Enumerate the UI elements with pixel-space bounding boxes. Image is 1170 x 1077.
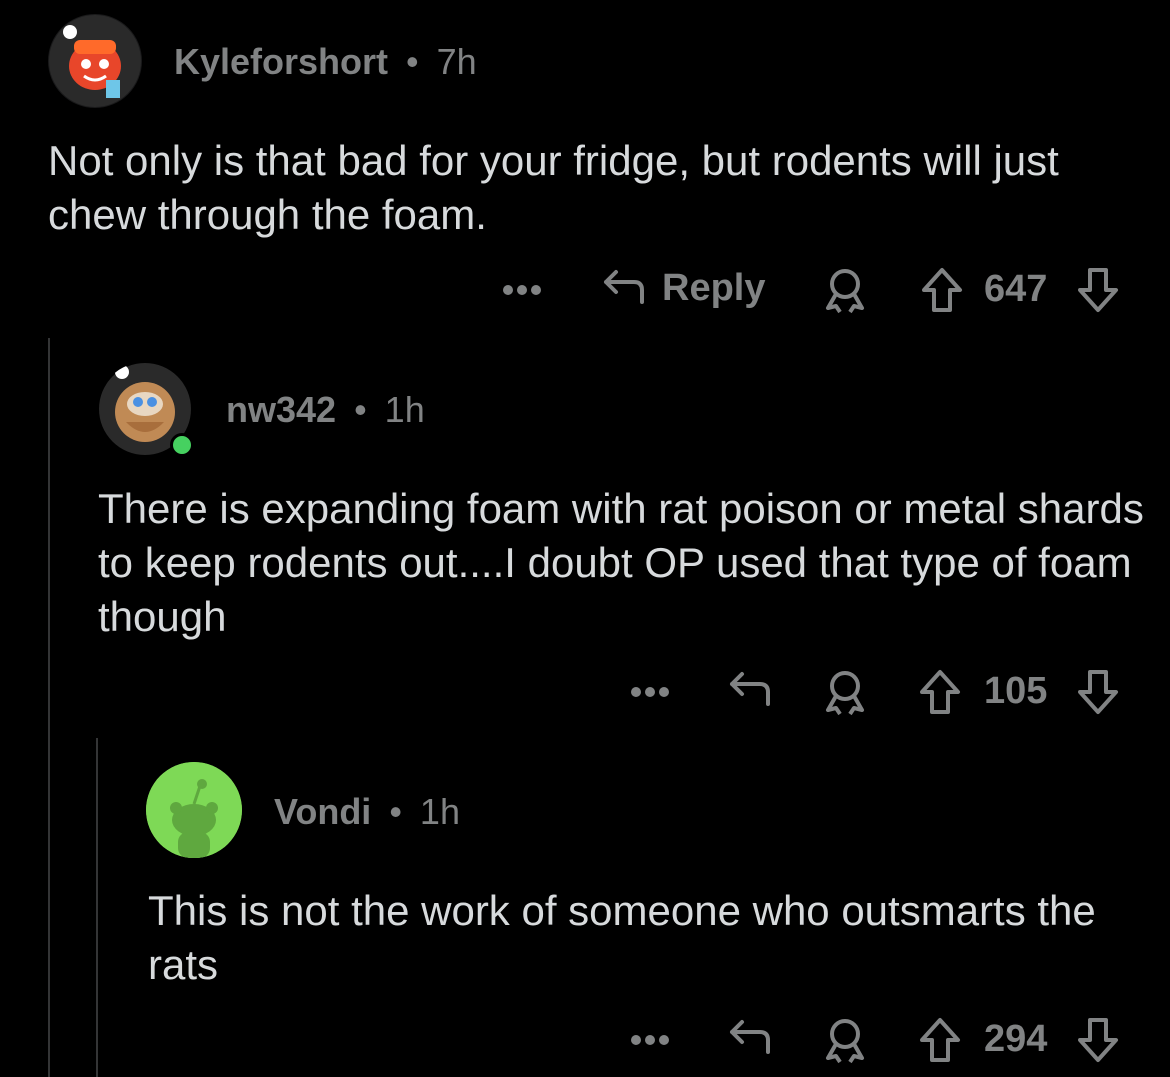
reply-button[interactable] bbox=[724, 1016, 774, 1060]
reply-icon bbox=[730, 1020, 770, 1054]
more-dots-icon[interactable] bbox=[628, 1020, 672, 1060]
downvote-arrow-icon bbox=[1078, 670, 1118, 714]
more-dots-icon[interactable] bbox=[628, 672, 672, 712]
timestamp: 7h bbox=[436, 41, 477, 82]
score: 294 bbox=[984, 1018, 1048, 1060]
upvote-arrow-icon bbox=[922, 268, 962, 312]
online-status-indicator bbox=[170, 433, 194, 457]
comment-body: Not only is that bad for your fridge, bu… bbox=[48, 137, 1059, 238]
award-icon[interactable] bbox=[822, 266, 868, 314]
award-icon[interactable] bbox=[822, 668, 868, 716]
reply-icon bbox=[730, 672, 770, 706]
separator: • bbox=[389, 791, 402, 832]
avatar[interactable] bbox=[48, 14, 142, 108]
downvote-arrow-icon bbox=[1078, 268, 1118, 312]
avatar[interactable] bbox=[146, 762, 242, 858]
timestamp: 1h bbox=[384, 389, 425, 430]
score: 647 bbox=[984, 268, 1048, 310]
reply-label: Reply bbox=[662, 266, 766, 309]
upvote-arrow-icon bbox=[920, 1018, 960, 1062]
separator: • bbox=[354, 389, 367, 430]
reply-button[interactable]: Reply bbox=[598, 266, 765, 310]
username[interactable]: Vondi bbox=[274, 791, 371, 833]
reply-icon bbox=[604, 270, 644, 304]
downvote-arrow-icon bbox=[1078, 1018, 1118, 1062]
username[interactable]: Kyleforshort bbox=[174, 41, 388, 83]
upvote-button[interactable] bbox=[918, 1016, 962, 1064]
username[interactable]: nw342 bbox=[226, 389, 336, 431]
award-icon[interactable] bbox=[822, 1016, 868, 1064]
upvote-arrow-icon bbox=[920, 670, 960, 714]
downvote-button[interactable] bbox=[1076, 1016, 1120, 1064]
comment-body: There is expanding foam with rat poison … bbox=[98, 485, 1144, 640]
downvote-button[interactable] bbox=[1076, 266, 1120, 314]
upvote-button[interactable] bbox=[918, 668, 962, 716]
reply-button[interactable] bbox=[724, 668, 774, 712]
more-dots-icon[interactable] bbox=[500, 270, 544, 310]
thread-line-level-1[interactable] bbox=[48, 338, 50, 1077]
comment-body: This is not the work of someone who outs… bbox=[148, 887, 1096, 988]
thread-line-level-2[interactable] bbox=[96, 738, 98, 1077]
downvote-button[interactable] bbox=[1076, 668, 1120, 716]
separator: • bbox=[406, 41, 419, 82]
score: 105 bbox=[984, 670, 1048, 712]
timestamp: 1h bbox=[419, 791, 460, 832]
upvote-button[interactable] bbox=[920, 266, 964, 314]
